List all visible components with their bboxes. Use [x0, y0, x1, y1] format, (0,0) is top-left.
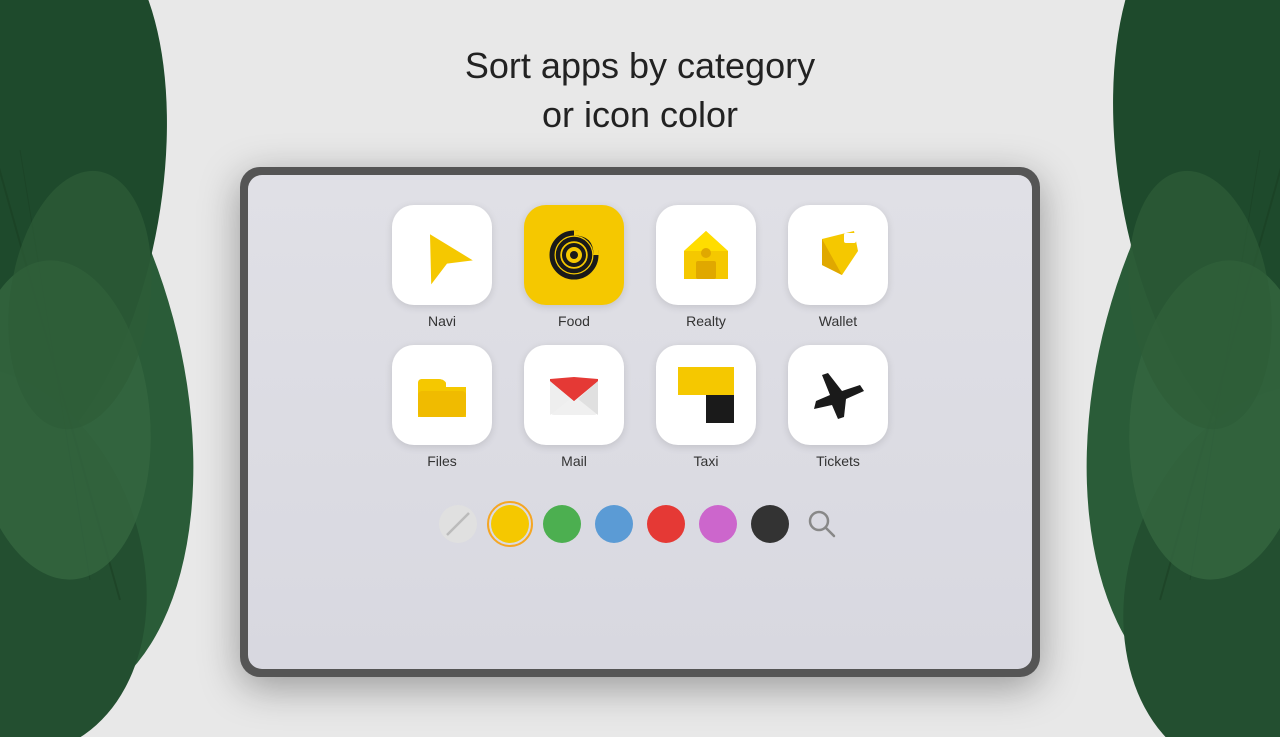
color-filter-green[interactable]: [543, 505, 581, 543]
color-filter-red[interactable]: [647, 505, 685, 543]
app-item-taxi[interactable]: Taxi: [651, 345, 761, 469]
app-label-taxi: Taxi: [694, 453, 719, 469]
color-filter-yellow[interactable]: [491, 505, 529, 543]
app-label-food: Food: [558, 313, 590, 329]
color-filter-purple[interactable]: [699, 505, 737, 543]
header-title: Sort apps by category or icon color: [465, 42, 815, 139]
device-frame: Navi Food: [240, 167, 1040, 677]
app-grid: Navi Food: [387, 205, 893, 469]
app-item-food[interactable]: Food: [519, 205, 629, 329]
app-item-realty[interactable]: Realty: [651, 205, 761, 329]
app-label-wallet: Wallet: [819, 313, 857, 329]
app-label-realty: Realty: [686, 313, 726, 329]
app-item-files[interactable]: Files: [387, 345, 497, 469]
app-icon-tickets: [788, 345, 888, 445]
page-header: Sort apps by category or icon color: [465, 42, 815, 139]
app-label-files: Files: [427, 453, 457, 469]
app-icon-realty: [656, 205, 756, 305]
app-icon-food: [524, 205, 624, 305]
app-icon-wallet: [788, 205, 888, 305]
app-item-tickets[interactable]: Tickets: [783, 345, 893, 469]
app-icon-files: [392, 345, 492, 445]
color-filter-blue[interactable]: [595, 505, 633, 543]
app-label-tickets: Tickets: [816, 453, 860, 469]
app-item-navi[interactable]: Navi: [387, 205, 497, 329]
color-filter-black[interactable]: [751, 505, 789, 543]
color-filter-row: [439, 505, 841, 543]
app-item-mail[interactable]: Mail: [519, 345, 629, 469]
app-item-wallet[interactable]: Wallet: [783, 205, 893, 329]
app-icon-mail: [524, 345, 624, 445]
app-label-mail: Mail: [561, 453, 587, 469]
app-icon-navi: [392, 205, 492, 305]
color-filter-search[interactable]: [803, 505, 841, 543]
app-label-navi: Navi: [428, 313, 456, 329]
app-icon-taxi: [656, 345, 756, 445]
search-icon: [803, 505, 841, 543]
color-filter-none[interactable]: [439, 505, 477, 543]
device-screen: Navi Food: [248, 175, 1032, 669]
